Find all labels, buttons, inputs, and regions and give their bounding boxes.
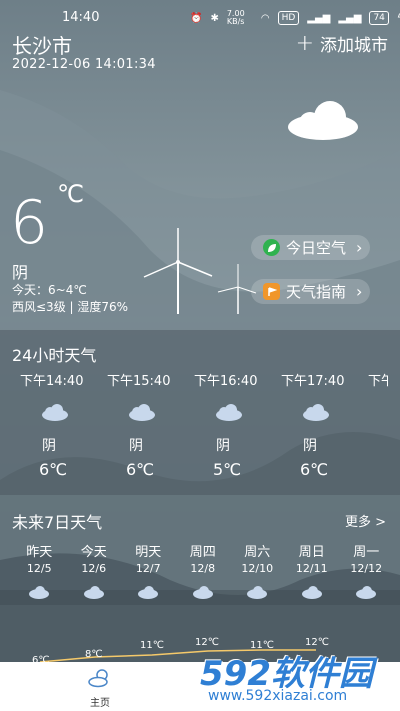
leaf-icon bbox=[263, 239, 280, 256]
day-date: 12/5 bbox=[26, 562, 52, 575]
flag-icon bbox=[263, 283, 280, 300]
status-icons: ⏰ ✱ 7.00 KB/s ◠ HD ▂▄▆ ▂▄▆ 74 ϟ bbox=[190, 10, 400, 26]
signal-icon-2: ▂▄▆ bbox=[338, 12, 362, 24]
day-date: 12/11 bbox=[295, 562, 328, 575]
hour-item: 下午14:40 阴 6℃ bbox=[20, 370, 107, 479]
update-time: 2022-12-06 14:01:34 bbox=[12, 57, 156, 72]
trend-label: 8℃ bbox=[85, 649, 103, 660]
today-temp-range: 今天：6~4℃ bbox=[12, 283, 87, 297]
cloud-icon bbox=[301, 586, 322, 599]
hour-temp: 6℃ bbox=[300, 460, 329, 479]
day-item[interactable]: 周四 12/8 bbox=[176, 541, 231, 603]
weather-guide-button[interactable]: 天气指南 › bbox=[251, 279, 371, 304]
large-cloud-icon bbox=[288, 101, 358, 140]
signal-icon: ▂▄▆ bbox=[307, 12, 331, 24]
day-name: 周一 bbox=[353, 545, 380, 560]
hour-item: 下午16:40 阴 5℃ bbox=[194, 370, 281, 479]
add-city-label: 添加城市 bbox=[320, 36, 388, 56]
plus-icon: + bbox=[295, 30, 314, 56]
current-condition: 阴 bbox=[12, 263, 29, 282]
cloud-icon bbox=[192, 586, 213, 599]
hour-time: 下午16:40 bbox=[194, 374, 258, 389]
hour-condition: 阴 bbox=[216, 438, 230, 454]
air-quality-label: 今日空气 bbox=[286, 239, 347, 257]
add-city-button[interactable]: + 添加城市 bbox=[296, 31, 388, 56]
day-date: 12/12 bbox=[350, 562, 383, 575]
day-item[interactable]: 周日 12/11 bbox=[285, 541, 340, 603]
hourly-title: 24小时天气 bbox=[12, 346, 97, 365]
chevron-right-icon: › bbox=[356, 282, 363, 301]
wind-turbine-illustration bbox=[143, 228, 257, 314]
more-button[interactable]: 更多 > bbox=[345, 511, 386, 530]
weather-guide-label: 天气指南 bbox=[286, 283, 347, 301]
cloud-icon bbox=[42, 404, 68, 421]
trend-label: 11℃ bbox=[140, 640, 164, 651]
hour-time: 下午14:40 bbox=[20, 374, 84, 389]
day-name: 今天 bbox=[80, 545, 107, 560]
day-item[interactable]: 周一 12/12 bbox=[339, 541, 394, 603]
cloud-icon bbox=[83, 586, 104, 599]
day-name: 周四 bbox=[189, 545, 216, 560]
wifi-icon: ◠ bbox=[260, 12, 270, 24]
hour-temp: 6℃ bbox=[126, 460, 155, 479]
hour-item: 下午15:40 阴 6℃ bbox=[107, 370, 194, 479]
cloud-icon bbox=[29, 586, 50, 599]
wind-humidity: 西风≤3级 | 湿度76% bbox=[12, 300, 129, 314]
day-item[interactable]: 明天 12/7 bbox=[121, 541, 176, 603]
net-speed: 7.00 KB/s bbox=[226, 9, 245, 26]
hd-badge: HD bbox=[277, 11, 300, 25]
days-list[interactable]: 昨天 12/5 今天 12/6 明天 12/7 周四 12/8 周六 12/10 周日 12… bbox=[12, 541, 394, 603]
day-name: 明天 bbox=[135, 545, 162, 560]
hour-temp: 5℃ bbox=[213, 460, 242, 479]
hour-temp: 6℃ bbox=[39, 460, 68, 479]
tab-home[interactable]: 主页 bbox=[78, 668, 122, 709]
day-item[interactable]: 昨天 12/5 bbox=[12, 541, 67, 603]
air-quality-button[interactable]: 今日空气 › bbox=[251, 235, 371, 260]
hour-condition: 阴 bbox=[42, 438, 56, 454]
hour-item: 下午17:40 阴 6℃ bbox=[281, 370, 368, 479]
hour-item: 下午 bbox=[368, 370, 388, 479]
chevron-right-icon: › bbox=[356, 238, 363, 257]
status-time: 14:40 bbox=[62, 10, 100, 25]
watermark: 592软件园 www.592xiazai.com bbox=[200, 636, 400, 711]
cloud-icon bbox=[129, 404, 155, 421]
watermark-url: www.592xiazai.com bbox=[206, 688, 350, 704]
temperature-unit: ℃ bbox=[57, 180, 84, 208]
current-temperature: 6 bbox=[10, 188, 49, 258]
day-date: 12/7 bbox=[135, 562, 161, 575]
city-name[interactable]: 长沙市 bbox=[12, 30, 72, 59]
cloud-icon bbox=[138, 586, 159, 599]
cloud-icon bbox=[356, 586, 377, 599]
cloud-icon bbox=[303, 404, 329, 421]
hour-condition: 阴 bbox=[303, 438, 317, 454]
day-date: 12/10 bbox=[241, 562, 274, 575]
tab-home-label: 主页 bbox=[90, 698, 110, 709]
day-name: 周日 bbox=[298, 545, 325, 560]
day-date: 12/6 bbox=[81, 562, 107, 575]
hour-condition: 阴 bbox=[129, 438, 143, 454]
day-date: 12/8 bbox=[190, 562, 216, 575]
weather-home-icon bbox=[88, 669, 108, 688]
status-bar: 14:40 ⏰ ✱ 7.00 KB/s ◠ HD ▂▄▆ ▂▄▆ 74 ϟ bbox=[0, 0, 400, 34]
day-name: 昨天 bbox=[26, 545, 53, 560]
cloud-icon bbox=[247, 586, 268, 599]
day-item[interactable]: 今天 12/6 bbox=[67, 541, 122, 603]
weekly-title: 未来7日天气 bbox=[12, 513, 103, 532]
hour-time: 下午 bbox=[368, 374, 388, 389]
hour-time: 下午15:40 bbox=[107, 374, 171, 389]
alarm-icon: ⏰ bbox=[190, 12, 203, 24]
battery-indicator: 74 bbox=[369, 11, 389, 25]
day-item[interactable]: 周六 12/10 bbox=[230, 541, 285, 603]
day-name: 周六 bbox=[244, 545, 271, 560]
hourly-forecast-panel[interactable]: 24小时天气 下午14:40 阴 6℃ 下午15:40 阴 6℃ 下午16:40… bbox=[0, 330, 400, 495]
hour-time: 下午17:40 bbox=[281, 374, 345, 389]
bluetooth-icon: ✱ bbox=[210, 12, 219, 24]
cloud-icon bbox=[216, 404, 242, 421]
hourly-list[interactable]: 下午14:40 阴 6℃ 下午15:40 阴 6℃ 下午16:40 阴 5℃ 下… bbox=[20, 370, 388, 479]
